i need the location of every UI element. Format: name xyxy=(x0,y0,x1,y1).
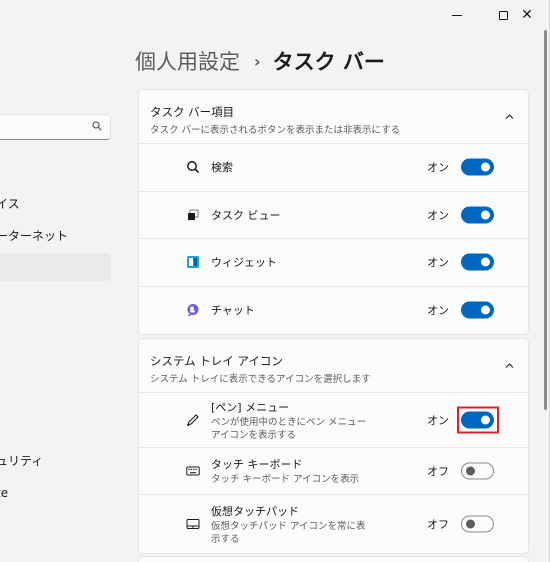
toggle-state: オン xyxy=(427,304,449,318)
setting-row-touch-keyboard: タッチ キーボード タッチ キーボード アイコンを表示 オフ xyxy=(139,448,528,495)
minimize-button[interactable] xyxy=(434,0,480,30)
sidebar: イス ーターネット ュリティ te xyxy=(0,0,120,562)
chevron-up-icon[interactable] xyxy=(505,361,514,370)
toggle-state: オフ xyxy=(427,518,449,531)
chat-toggle[interactable] xyxy=(461,301,494,319)
search-input[interactable] xyxy=(0,114,111,140)
breadcrumb-parent[interactable]: 個人用設定 xyxy=(135,46,240,76)
section-title: タスク バー項目 xyxy=(150,105,235,119)
setting-row-virtual-touchpad: 仮想タッチパッド 仮想タッチパッド アイコンを常に表示する オフ xyxy=(139,495,528,553)
widgets-icon xyxy=(187,256,199,269)
setting-row-pen-menu: [ペン] メニュー ペンが使用中のときにペン メニュー アイコンを表示する オン xyxy=(139,393,528,448)
virtual-touchpad-toggle[interactable] xyxy=(461,515,494,533)
system-tray-header[interactable]: システム トレイ アイコン システム トレイに表示できるアイコンを選択します xyxy=(139,339,528,393)
section-subtitle: タスク バーに表示されるボタンを表示または非表示にする xyxy=(150,125,401,136)
taskbar-items-section: タスク バー項目 タスク バーに表示されるボタンを表示または非表示にする 検索 … xyxy=(138,89,529,335)
setting-label: タスク ビュー xyxy=(211,208,281,222)
setting-label: [ペン] メニュー xyxy=(211,400,290,414)
setting-row-search: 検索 オン xyxy=(139,144,528,192)
setting-label: チャット xyxy=(211,304,255,318)
touchpad-icon xyxy=(186,519,200,529)
toggle-state: オフ xyxy=(427,465,449,478)
breadcrumb: 個人用設定 › タスク バー xyxy=(135,46,385,76)
section-title: システム トレイ アイコン xyxy=(150,354,283,368)
toggle-state: オン xyxy=(427,256,449,270)
sidebar-item-network[interactable]: ーターネット xyxy=(0,222,112,250)
sidebar-item-update[interactable]: te xyxy=(0,479,112,507)
task-view-toggle[interactable] xyxy=(461,206,494,224)
keyboard-icon xyxy=(186,466,200,476)
task-view-icon xyxy=(188,209,199,220)
toggle-state: オン xyxy=(427,161,449,175)
setting-row-chat: チャット オン xyxy=(139,287,528,335)
setting-description: タッチ キーボード アイコンを表示 xyxy=(211,474,360,485)
setting-label: 検索 xyxy=(211,161,233,175)
toggle-state: オン xyxy=(427,414,449,427)
search-icon xyxy=(92,121,102,131)
setting-label: 仮想タッチパッド xyxy=(211,504,299,518)
toggle-state: オン xyxy=(427,208,449,222)
taskbar-items-header[interactable]: タスク バー項目 タスク バーに表示されるボタンを表示または非表示にする xyxy=(139,90,528,144)
section-subtitle: システム トレイに表示できるアイコンを選択します xyxy=(150,374,371,385)
close-button[interactable]: ✕ xyxy=(504,0,550,30)
page-title: タスク バー xyxy=(272,50,385,74)
setting-row-task-view: タスク ビュー オン xyxy=(139,192,528,239)
next-section xyxy=(138,556,529,562)
close-icon: ✕ xyxy=(521,7,533,23)
setting-description: ペンが使用中のときにペン メニュー アイコンを表示する xyxy=(211,416,367,441)
search-toggle[interactable] xyxy=(461,158,494,176)
chevron-up-icon[interactable] xyxy=(505,112,514,121)
setting-description: 仮想タッチパッド アイコンを常に表示する xyxy=(211,520,366,545)
touch-keyboard-toggle[interactable] xyxy=(461,462,494,480)
breadcrumb-separator: › xyxy=(254,51,261,71)
chat-icon xyxy=(187,304,199,317)
scrollbar[interactable] xyxy=(544,30,547,410)
sidebar-item-personalization[interactable] xyxy=(0,253,111,281)
sidebar-item-devices[interactable]: イス xyxy=(0,190,112,218)
pen-icon xyxy=(187,414,199,427)
widgets-toggle[interactable] xyxy=(461,253,494,271)
search-icon xyxy=(187,161,200,174)
setting-row-widgets: ウィジェット オン xyxy=(139,239,528,287)
setting-label: タッチ キーボード xyxy=(211,458,303,471)
sidebar-item-security[interactable]: ュリティ xyxy=(0,447,112,475)
pen-menu-toggle[interactable] xyxy=(461,411,494,429)
setting-label: ウィジェット xyxy=(211,256,277,270)
minimize-icon xyxy=(452,14,462,16)
system-tray-section: システム トレイ アイコン システム トレイに表示できるアイコンを選択します [… xyxy=(138,338,529,554)
